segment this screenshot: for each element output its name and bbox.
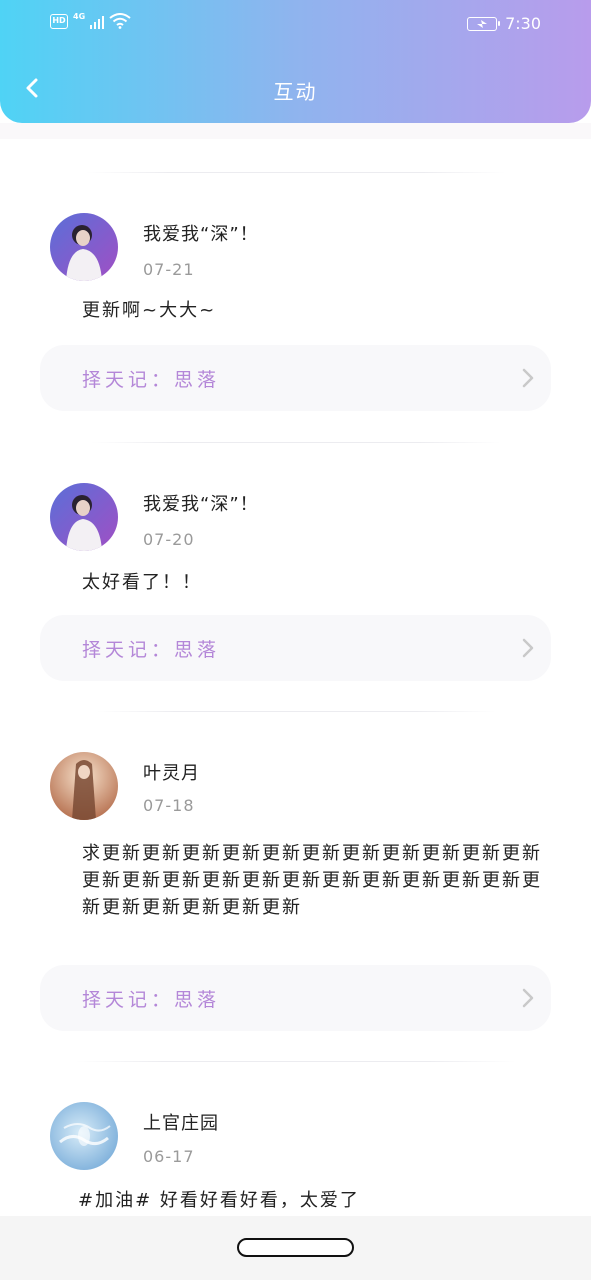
username: 我爱我“深”！ <box>143 224 259 245</box>
post-date: 07-20 <box>143 530 195 549</box>
chevron-right-icon <box>522 988 534 1008</box>
avatar[interactable] <box>50 1102 118 1170</box>
comment-text: #加油# 好看好看好看，太爱了 <box>78 1190 360 1211</box>
source-link[interactable]: 择天记：思落 <box>40 345 551 411</box>
list-item: 叶灵月 07-18 求更新更新更新更新更新更新更新更新更新更新更新更新更新更新更… <box>0 712 591 1061</box>
comment-text: 求更新更新更新更新更新更新更新更新更新更新更新更新更新更新更新更新更新更新更新更… <box>82 843 542 918</box>
battery-charging-icon <box>467 16 501 31</box>
source-title: 择天记：思落 <box>82 369 221 391</box>
source-link[interactable]: 择天记：思落 <box>40 965 551 1031</box>
nav-bar: 互动 <box>0 60 591 118</box>
interaction-feed[interactable]: 我爱我“深”！ 07-21 更新啊~大大~ 择天记：思落 我爱我“深”！ 07-… <box>0 139 591 1222</box>
source-link[interactable]: 择天记：思落 <box>40 615 551 681</box>
avatar[interactable] <box>50 483 118 551</box>
status-time: 7:30 <box>505 14 541 33</box>
source-title: 择天记：思落 <box>82 989 221 1011</box>
page-title: 互动 <box>273 80 318 104</box>
source-title: 择天记：思落 <box>82 639 221 661</box>
post-date: 07-18 <box>143 796 195 815</box>
list-item: 我爱我“深”！ 07-21 更新啊~大大~ 择天记：思落 <box>0 173 591 442</box>
network-type: 4G <box>73 11 86 21</box>
signal-icon <box>90 14 105 29</box>
home-indicator[interactable] <box>237 1238 354 1257</box>
hd-badge: HD <box>50 13 68 29</box>
status-bar: HD 4G 7:30 <box>0 0 591 46</box>
post-date: 07-21 <box>143 260 195 279</box>
chevron-right-icon <box>522 368 534 388</box>
avatar[interactable] <box>50 213 118 281</box>
username: 上官庄园 <box>143 1113 219 1134</box>
comment-text: 太好看了！！ <box>82 572 202 593</box>
chevron-right-icon <box>522 638 534 658</box>
avatar[interactable] <box>50 752 118 820</box>
header: HD 4G 7:30 互动 <box>0 0 591 123</box>
comment-text: 更新啊~大大~ <box>82 300 217 321</box>
username: 我爱我“深”！ <box>143 494 259 515</box>
wifi-icon <box>109 13 131 29</box>
system-nav-bar <box>0 1216 591 1280</box>
username: 叶灵月 <box>143 763 200 784</box>
list-item: 我爱我“深”！ 07-20 太好看了！！ 择天记：思落 <box>0 443 591 711</box>
header-spacer <box>0 123 591 139</box>
list-item: 上官庄园 06-17 #加油# 好看好看好看，太爱了 <box>0 1062 591 1222</box>
post-date: 06-17 <box>143 1147 195 1166</box>
